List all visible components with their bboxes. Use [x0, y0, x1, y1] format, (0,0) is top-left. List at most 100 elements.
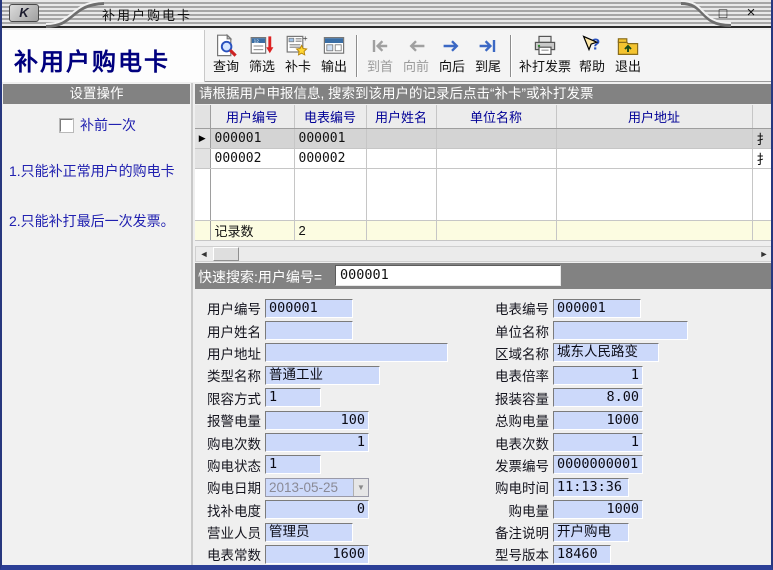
reprint-invoice-label: 补打发票: [519, 58, 571, 75]
col-header: 用户编号: [210, 105, 294, 128]
reissue-card-button[interactable]: + 补卡: [280, 32, 316, 80]
filter-button[interactable]: 12 筛选: [244, 32, 280, 80]
search-icon: [214, 34, 238, 58]
row-selector: [195, 148, 210, 168]
field-label: 购电量: [477, 500, 553, 520]
go-last-icon: [476, 34, 500, 58]
go-last-button[interactable]: 到尾: [470, 32, 506, 80]
field-label: 营业人员: [201, 522, 265, 542]
col-header: 电表编号: [294, 105, 366, 128]
field-label: 报装容量: [477, 388, 553, 408]
record-count-row: 记录数 2: [195, 220, 773, 240]
checkbox-label: 补前一次: [80, 115, 136, 135]
purchase-energy-field[interactable]: 1000: [553, 500, 643, 519]
alarm-energy-field[interactable]: 100: [265, 411, 369, 430]
main-panel: 请根据用户申报信息, 搜索到该用户的记录后点击“补卡”或补打发票 用户编号 电表…: [195, 83, 773, 565]
field-label: 单位名称: [477, 321, 553, 341]
query-button[interactable]: 查询: [208, 32, 244, 80]
total-energy-field[interactable]: 1000: [553, 411, 643, 430]
table-row[interactable]: ▶ 000001 000001 扌: [195, 128, 773, 148]
title-bar: K 补用户购电卡 □ ×: [2, 0, 771, 28]
purchase-times-field[interactable]: 1: [265, 433, 369, 452]
operator-field[interactable]: 管理员: [265, 523, 353, 542]
purchase-time-field[interactable]: 11:13:36: [553, 478, 629, 497]
user-name-field[interactable]: [265, 321, 353, 340]
go-first-icon: [368, 34, 392, 58]
output-button[interactable]: 输出: [316, 32, 352, 80]
cell: 000001: [210, 128, 294, 148]
go-previous-icon: [404, 34, 428, 58]
meter-times-field[interactable]: 1: [553, 433, 643, 452]
selector-header: [195, 105, 210, 128]
cell: 000002: [294, 148, 366, 168]
adjust-energy-field[interactable]: 0: [265, 500, 369, 519]
table-row[interactable]: 000002 000002 扌: [195, 148, 773, 168]
unit-name-field[interactable]: [553, 321, 688, 340]
meter-id-field[interactable]: 000001: [553, 299, 641, 318]
scrollbar-thumb[interactable]: [213, 247, 239, 261]
go-first-label: 到首: [367, 58, 393, 75]
reissue-previous-checkbox-row[interactable]: 补前一次: [60, 115, 136, 135]
purchase-status-field[interactable]: 1: [265, 455, 321, 474]
go-next-button[interactable]: 向后: [434, 32, 470, 80]
area-name-field[interactable]: 城东人民路变: [553, 343, 659, 362]
sidebar: 设置操作 补前一次 1.只能补正常用户的购电卡 2.只能补打最后一次发票。: [2, 83, 193, 565]
field-label: 购电状态: [201, 455, 265, 475]
go-last-label: 到尾: [475, 58, 501, 75]
col-header: 用户地址: [556, 105, 752, 128]
limit-mode-field[interactable]: 1: [265, 388, 321, 407]
checkbox-icon[interactable]: [60, 119, 73, 132]
field-label: 电表常数: [201, 544, 265, 564]
sidebar-note: 2.只能补打最后一次发票。: [9, 211, 175, 231]
field-label: 发票编号: [477, 455, 553, 475]
help-cursor-icon: ?: [580, 34, 604, 58]
go-next-label: 向后: [439, 58, 465, 75]
instruction-bar: 请根据用户申报信息, 搜索到该用户的记录后点击“补卡”或补打发票: [195, 84, 773, 104]
user-address-field[interactable]: [265, 343, 448, 362]
type-name-field[interactable]: 普通工业: [265, 366, 380, 385]
installed-capacity-field[interactable]: 8.00: [553, 388, 643, 407]
maximize-button[interactable]: □: [711, 3, 735, 23]
col-header: 单位名称: [436, 105, 556, 128]
field-label: 购电次数: [201, 433, 265, 453]
page-title-zone: 补用户购电卡: [2, 30, 205, 82]
user-id-field[interactable]: 000001: [265, 299, 353, 318]
help-button[interactable]: ? 帮助: [574, 32, 610, 80]
card-add-icon: +: [286, 34, 310, 58]
cell: 000001: [294, 128, 366, 148]
quick-search-label: 快速搜索:用户编号=: [198, 267, 322, 287]
close-button[interactable]: ×: [739, 3, 763, 23]
model-version-field[interactable]: 18460: [553, 545, 611, 564]
record-count-label: 记录数: [210, 220, 294, 240]
purchase-date-value: 2013-05-25: [266, 479, 353, 496]
window-title: 补用户购电卡: [102, 5, 192, 24]
remark-field[interactable]: 开户购电: [553, 523, 629, 542]
horizontal-scrollbar[interactable]: ◄ ►: [195, 246, 773, 262]
exit-label: 退出: [615, 58, 641, 75]
meter-constant-field[interactable]: 1600: [265, 545, 369, 564]
field-label: 购电日期: [201, 477, 265, 497]
exit-button[interactable]: 退出: [610, 32, 646, 80]
reprint-invoice-button[interactable]: 补打发票: [516, 32, 574, 80]
scroll-left-arrow-icon[interactable]: ◄: [197, 248, 211, 260]
svg-text:+: +: [303, 34, 308, 43]
purchase-date-combo[interactable]: 2013-05-25 ▼: [265, 478, 369, 497]
scroll-right-arrow-icon[interactable]: ►: [757, 248, 771, 260]
field-label: 用户地址: [201, 343, 265, 363]
filter-label: 筛选: [249, 58, 275, 75]
invoice-number-field[interactable]: 0000000001: [553, 455, 643, 474]
toolbar-separator: [510, 35, 512, 77]
meter-ratio-field[interactable]: 1: [553, 366, 643, 385]
field-label: 报警电量: [201, 410, 265, 430]
toolbar: 补用户购电卡 查询 12: [2, 30, 771, 82]
printer-icon: [533, 34, 557, 58]
go-previous-label: 向前: [403, 58, 429, 75]
row-selector: [195, 220, 210, 240]
dropdown-arrow-icon[interactable]: ▼: [353, 479, 368, 496]
field-label: 用户编号: [201, 298, 265, 318]
help-label: 帮助: [579, 58, 605, 75]
quick-search-input[interactable]: 000001: [335, 265, 561, 286]
reissue-card-label: 补卡: [285, 58, 311, 75]
exit-folder-icon: [616, 34, 640, 58]
field-label: 区域名称: [477, 343, 553, 363]
